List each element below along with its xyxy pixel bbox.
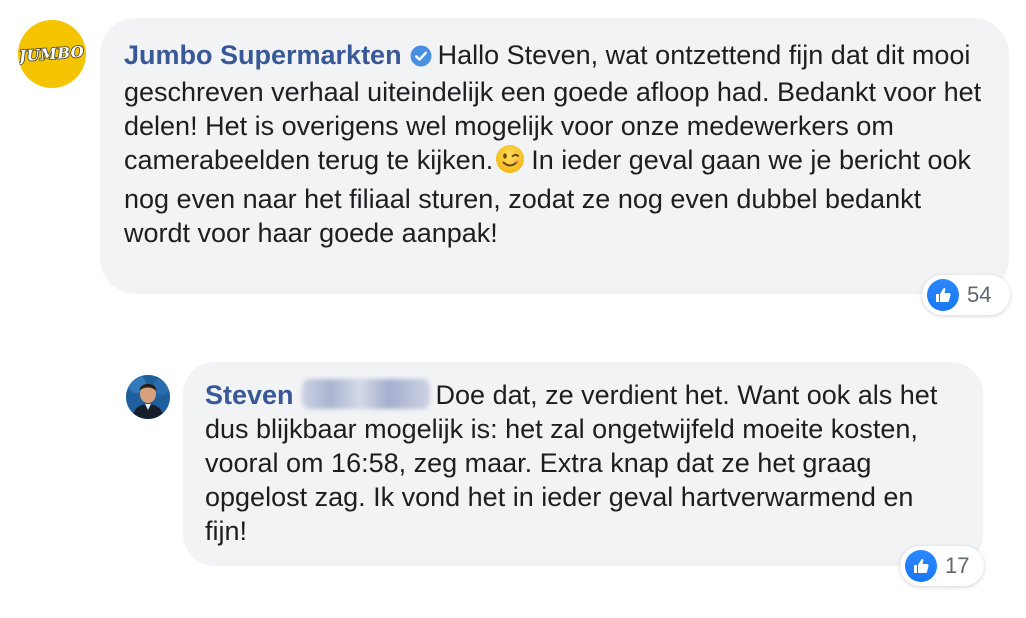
comment-bubble-jumbo: Jumbo Supermarkten Hallo Steven, wat ontz… [100, 18, 1009, 294]
steven-avatar[interactable] [126, 375, 170, 419]
reaction-count: 54 [967, 282, 992, 307]
profile-photo-icon [126, 375, 170, 419]
author-name-link[interactable]: Jumbo Supermarkten [124, 40, 402, 70]
jumbo-logo-text: JUMBO [18, 42, 86, 66]
verified-badge-icon [410, 41, 432, 75]
redacted-surname [301, 379, 430, 409]
comment-body: Jumbo Supermarkten Hallo Steven, wat ontz… [124, 38, 985, 250]
reaction-count: 17 [945, 553, 970, 578]
like-icon [927, 279, 959, 311]
author-name-link[interactable]: Steven [205, 380, 294, 410]
reply-body: Steven Doe dat, ze verdient het. Want ook… [205, 378, 961, 548]
jumbo-avatar[interactable]: JUMBO [18, 20, 86, 88]
reactions-summary[interactable]: 17 [900, 546, 984, 586]
winking-face-icon [495, 144, 525, 182]
reactions-summary[interactable]: 54 [922, 275, 1010, 315]
like-icon [905, 550, 937, 582]
comment-bubble-steven: Steven Doe dat, ze verdient het. Want ook… [183, 362, 983, 566]
